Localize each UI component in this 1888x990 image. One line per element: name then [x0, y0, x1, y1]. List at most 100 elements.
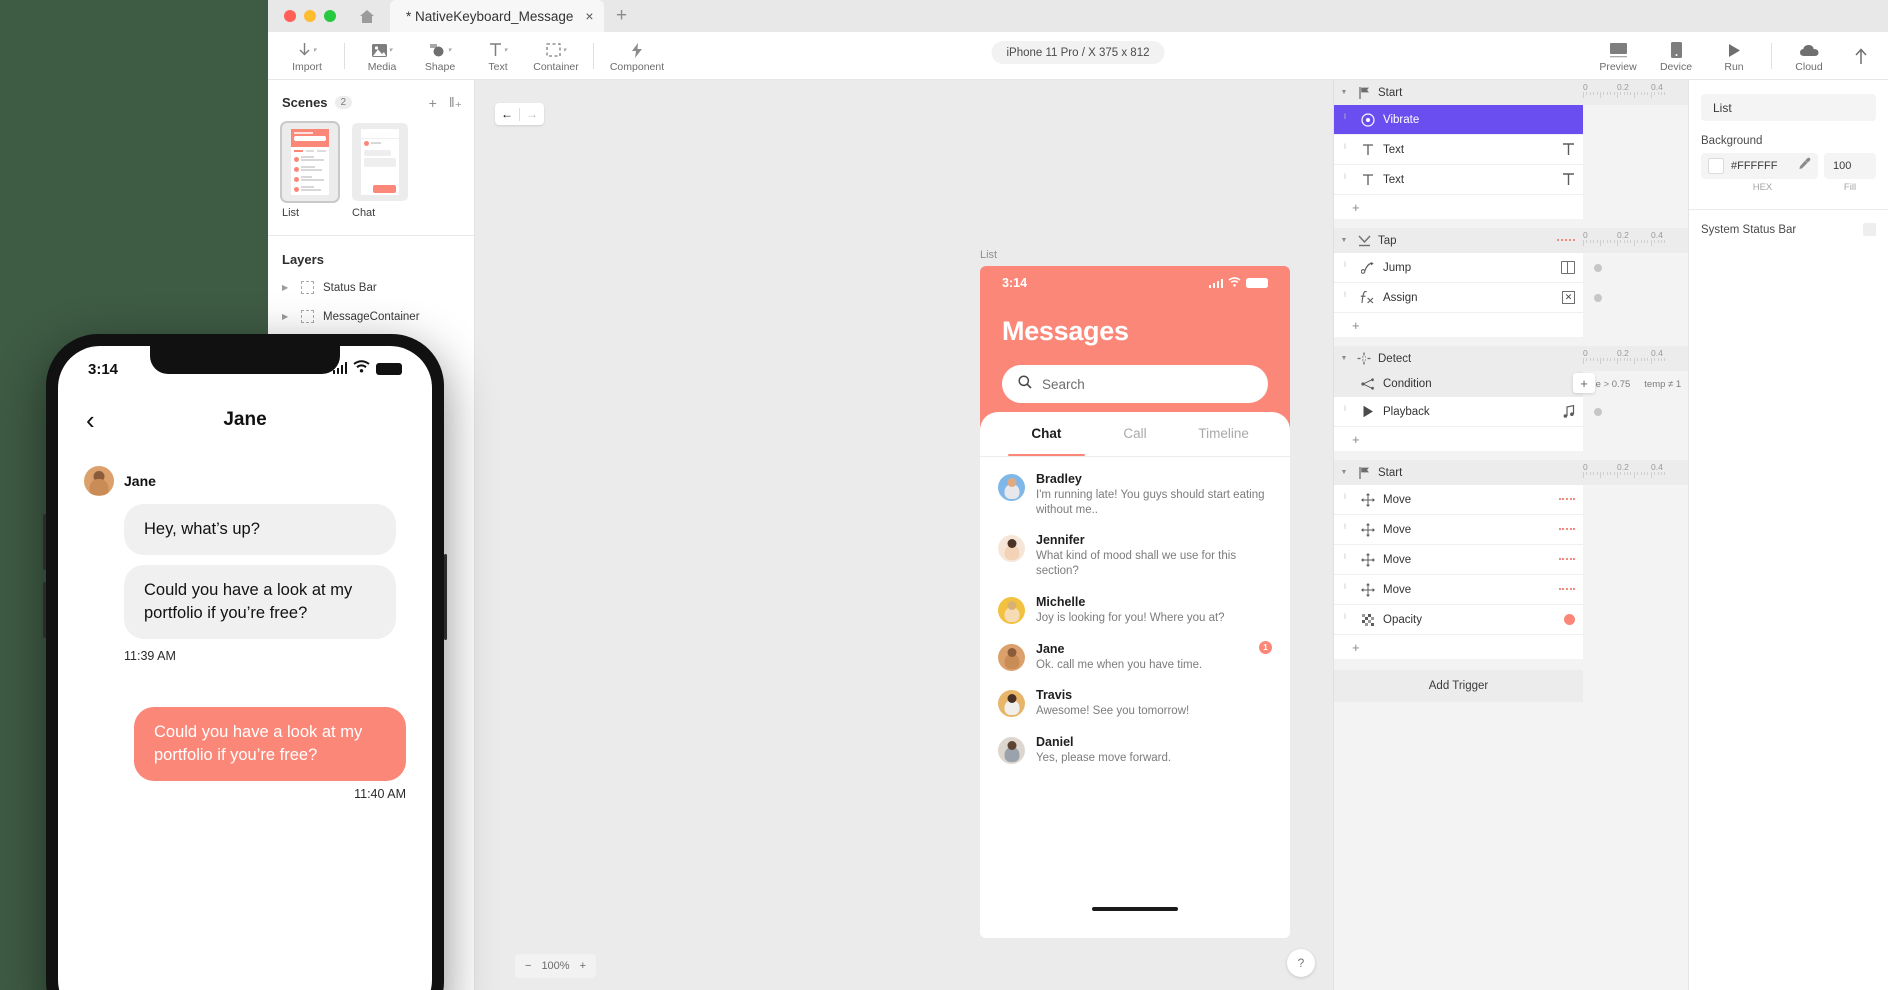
action-row-jump[interactable]: ╵ Jump [1334, 253, 1583, 283]
timeline-row[interactable] [1583, 135, 1688, 165]
scene-layout-icon[interactable]: ‖₊ [449, 94, 462, 111]
scene-item-chat[interactable]: Chat [352, 123, 408, 219]
upload-button[interactable] [1838, 44, 1884, 67]
element-name-field[interactable]: List [1701, 94, 1876, 121]
phone-screen[interactable]: 3:14 ‹ Jane Jane Hey, what’s up? Could y… [58, 346, 432, 990]
artboard-tab-chat[interactable]: Chat [1002, 412, 1091, 456]
close-window-button[interactable] [284, 10, 296, 22]
list-item[interactable]: Jennifer What kind of mood shall we use … [998, 526, 1272, 587]
action-row-text-1[interactable]: ╵ Text [1334, 135, 1583, 165]
preview-button[interactable]: Preview [1589, 38, 1647, 73]
condition-row[interactable]: Condition + [1334, 371, 1595, 397]
cloud-button[interactable]: Cloud [1780, 38, 1838, 73]
list-item[interactable]: Daniel Yes, please move forward. [998, 728, 1272, 775]
timeline-panel[interactable]: 0 0.2 0.4 0 0.2 0.4 0 0.2 0.4 time > 0.7… [1583, 80, 1688, 990]
action-row-assign[interactable]: ╵ Assign ✕ [1334, 283, 1583, 313]
system-status-bar-row[interactable]: System Status Bar [1689, 210, 1888, 236]
action-row-move-1[interactable]: ╵ Move [1334, 485, 1583, 515]
hex-input[interactable]: #FFFFFF [1701, 153, 1818, 179]
timeline-row[interactable] [1583, 397, 1688, 427]
action-row-vibrate[interactable]: ╵ Vibrate [1334, 105, 1583, 135]
document-tab[interactable]: * NativeKeyboard_Message × [390, 0, 604, 32]
device-size-selector[interactable]: iPhone 11 Pro / X 375 x 812 [991, 41, 1165, 64]
device-button[interactable]: Device [1647, 38, 1705, 73]
trigger-header[interactable]: ▼ Tap [1334, 228, 1583, 253]
timeline-row[interactable] [1583, 283, 1688, 313]
artboard-tab-call[interactable]: Call [1091, 412, 1180, 456]
color-swatch[interactable] [1708, 158, 1724, 174]
action-name: Jump [1383, 261, 1412, 274]
add-action-button[interactable]: + [1334, 427, 1583, 451]
maximize-window-button[interactable] [324, 10, 336, 22]
keyframe-marker[interactable] [1594, 408, 1602, 416]
keyframe-marker[interactable] [1594, 264, 1602, 272]
zoom-out-button[interactable]: − [525, 960, 531, 972]
timeline-row[interactable] [1583, 575, 1688, 605]
trigger-header[interactable]: ▼ Detect [1334, 346, 1583, 371]
list-item-name: Michelle [1036, 594, 1086, 609]
chevron-right-icon[interactable]: ▶ [282, 283, 292, 292]
action-row-move-4[interactable]: ╵ Move [1334, 575, 1583, 605]
home-icon[interactable] [350, 0, 384, 32]
timeline-row[interactable] [1583, 253, 1688, 283]
add-trigger-button[interactable]: Add Trigger [1334, 670, 1583, 702]
text-tool[interactable]: ▾ Text [469, 38, 527, 73]
timeline-row[interactable] [1583, 105, 1688, 135]
timeline-row[interactable] [1583, 485, 1688, 515]
component-tool[interactable]: Component [602, 38, 672, 73]
help-button[interactable]: ? [1287, 949, 1315, 977]
add-action-button[interactable]: + [1334, 635, 1583, 659]
new-tab-button[interactable]: + [604, 0, 640, 32]
list-item[interactable]: Travis Awesome! See you tomorrow! [998, 681, 1272, 728]
minimize-window-button[interactable] [304, 10, 316, 22]
action-row-move-2[interactable]: ╵ Move [1334, 515, 1583, 545]
chevron-down-icon[interactable]: ▼ [1338, 355, 1350, 362]
list-item[interactable]: Jane Ok. call me when you have time. 1 [998, 635, 1272, 682]
trigger-header[interactable]: ▼ Start [1334, 80, 1583, 105]
chevron-right-icon[interactable]: ▶ [282, 312, 292, 321]
zoom-in-button[interactable]: + [580, 960, 586, 972]
add-scene-button[interactable]: + [429, 95, 437, 111]
run-button[interactable]: Run [1705, 38, 1763, 73]
artboard-search-input[interactable]: Search [1002, 365, 1268, 403]
layer-item-status-bar[interactable]: ▶ Status Bar [268, 273, 474, 302]
eyedropper-icon[interactable] [1798, 157, 1811, 175]
artboard-tab-timeline[interactable]: Timeline [1179, 412, 1268, 456]
chevron-down-icon[interactable]: ▼ [1338, 237, 1350, 244]
add-action-button[interactable]: + [1334, 313, 1583, 337]
action-row-playback[interactable]: ╵ Playback [1334, 397, 1583, 427]
add-condition-button[interactable]: + [1573, 373, 1595, 393]
trigger-header[interactable]: ▼ Start [1334, 460, 1583, 485]
timeline-row[interactable] [1583, 165, 1688, 195]
nav-back-button[interactable]: ← [495, 107, 519, 121]
container-tool[interactable]: ▾ Container [527, 38, 585, 73]
timeline-row[interactable] [1583, 515, 1688, 545]
artboard-list-scene[interactable]: 3:14 Messages Search Chat Call Timeline … [980, 266, 1290, 938]
keyframe-marker[interactable] [1594, 294, 1602, 302]
timeline-row[interactable] [1583, 605, 1688, 635]
timeline-spacer [1583, 313, 1688, 337]
chevron-down-icon[interactable]: ▼ [1338, 469, 1350, 476]
nav-forward-button[interactable]: → [520, 107, 544, 121]
action-row-move-3[interactable]: ╵ Move [1334, 545, 1583, 575]
back-button[interactable]: ‹ [86, 407, 95, 433]
canvas[interactable]: ← → List 3:14 Messages Search Chat Call … [475, 80, 1333, 990]
timeline-row[interactable] [1583, 545, 1688, 575]
list-item[interactable]: Michelle Joy is looking for you! Where y… [998, 588, 1272, 635]
layer-item-messagecontainer[interactable]: ▶ MessageContainer [268, 302, 474, 331]
chevron-down-icon[interactable]: ▼ [1338, 89, 1350, 96]
import-tool[interactable]: ▾ Import [278, 38, 336, 73]
action-row-opacity[interactable]: ╵ Opacity [1334, 605, 1583, 635]
media-tool[interactable]: ▾ Media [353, 38, 411, 73]
scene-item-list[interactable]: List [282, 123, 338, 219]
close-icon[interactable]: × [585, 9, 593, 23]
fill-input[interactable]: 100 [1824, 153, 1876, 179]
action-row-text-2[interactable]: ╵ Text [1334, 165, 1583, 195]
list-item[interactable]: Bradley I'm running late! You guys shoul… [998, 465, 1272, 526]
shape-tool[interactable]: ▾ Shape [411, 38, 469, 73]
add-action-button[interactable]: + [1334, 195, 1583, 219]
zoom-level[interactable]: 100% [541, 960, 569, 972]
system-status-bar-checkbox[interactable] [1863, 223, 1876, 236]
phone-side-button[interactable] [444, 554, 447, 640]
shape-tool-label: Shape [424, 61, 456, 73]
